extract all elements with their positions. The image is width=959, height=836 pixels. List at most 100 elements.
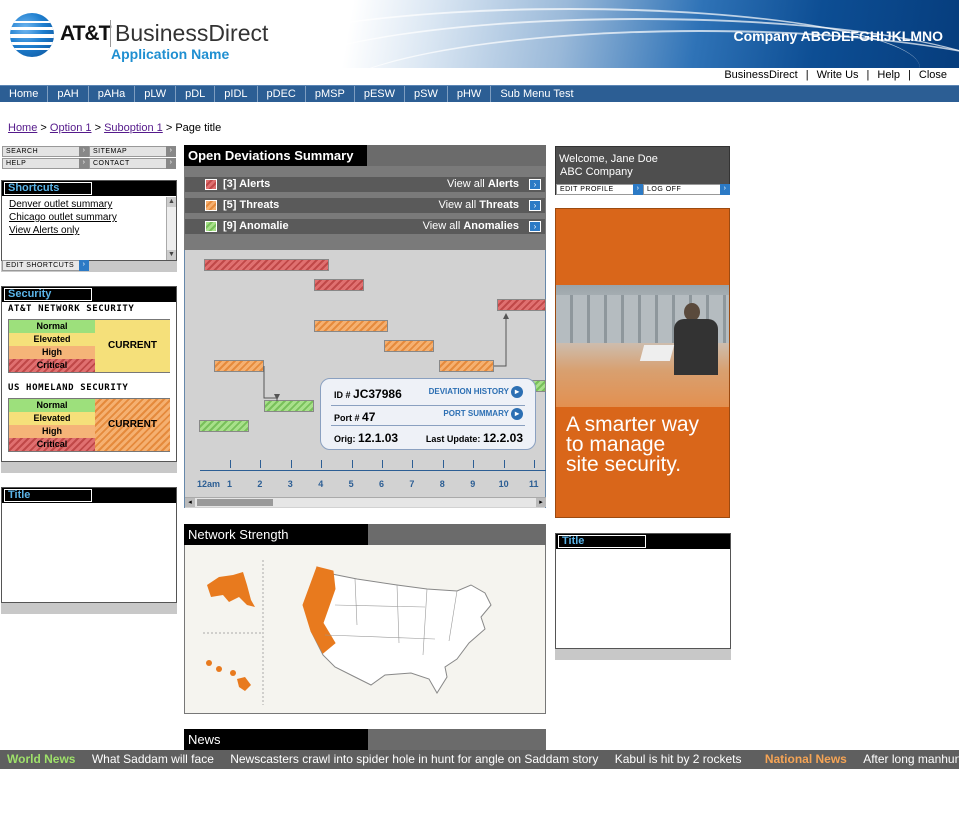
- level-high: High: [9, 346, 95, 359]
- national-news-label[interactable]: National News: [765, 752, 847, 766]
- news-ticker: World News What Saddam will face Newscas…: [0, 750, 959, 769]
- util-link-businessdirect[interactable]: BusinessDirect: [720, 69, 801, 81]
- deviation-history-label: DEVIATION HISTORY: [428, 387, 509, 397]
- welcome-greeting: Welcome, Jane Doe: [559, 153, 658, 165]
- popup-port: Port # 47: [334, 410, 375, 424]
- arrow-right-icon[interactable]: ›: [529, 221, 541, 232]
- left-title-label: Title: [4, 489, 92, 502]
- threats-swatch: [205, 200, 217, 211]
- nav-sub-menu-test[interactable]: Sub Menu Test: [491, 86, 582, 102]
- deviation-history-link[interactable]: DEVIATION HISTORY ▸: [429, 386, 523, 398]
- breadcrumb-option[interactable]: Option 1: [50, 122, 92, 134]
- network-strength-title: Network Strength: [184, 524, 368, 545]
- util-separator: |: [805, 69, 809, 81]
- port-summary-link[interactable]: PORT SUMMARY ▸: [443, 408, 523, 420]
- deviations-title: Open Deviations Summary: [184, 145, 367, 166]
- threats-row[interactable]: [5] Threats View all Threats ›: [185, 198, 545, 213]
- help-button-label: HELP: [6, 160, 27, 167]
- advertisement-banner[interactable]: A smarter way to manage site security.: [555, 208, 730, 518]
- id-value: JC37986: [353, 387, 402, 401]
- arrow-right-icon: ›: [633, 184, 643, 195]
- news-item[interactable]: Newscasters crawl into spider hole in hu…: [230, 752, 598, 766]
- nav-pmsp[interactable]: pMSP: [306, 86, 355, 102]
- breadcrumb-home[interactable]: Home: [8, 122, 37, 134]
- scroll-down-icon[interactable]: ▼: [167, 250, 176, 260]
- lower48-shape[interactable]: [310, 566, 492, 694]
- id-label: ID #: [334, 390, 351, 400]
- nav-pdec[interactable]: pDEC: [258, 86, 306, 102]
- logoff-button[interactable]: LOG OFF ›: [643, 184, 730, 195]
- nav-pah[interactable]: pAH: [48, 86, 89, 102]
- util-link-help[interactable]: Help: [873, 69, 904, 81]
- left-title-panel: Title: [1, 487, 177, 603]
- logoff-label: LOG OFF: [647, 186, 682, 193]
- nav-pidl[interactable]: pIDL: [215, 86, 258, 102]
- axis-label: 7: [409, 479, 415, 489]
- axis-label: 12am: [197, 479, 221, 489]
- arrow-circle-icon: ▸: [511, 386, 523, 398]
- shortcut-chicago[interactable]: Chicago outlet summary: [9, 211, 167, 224]
- att-globe-logo[interactable]: [10, 13, 54, 57]
- alerts-count: [3] Alerts: [223, 178, 271, 190]
- popup-update: Last Update: 12.2.03: [426, 431, 523, 445]
- alerts-swatch: [205, 179, 217, 190]
- util-link-write-us[interactable]: Write Us: [813, 69, 863, 81]
- nav-pdl[interactable]: pDL: [176, 86, 216, 102]
- edit-shortcuts-label: EDIT SHORTCUTS: [6, 262, 75, 269]
- shortcut-denver[interactable]: Denver outlet summary: [9, 198, 167, 211]
- orig-value: 12.1.03: [358, 431, 399, 445]
- view-all-anomalies-bold: Anomalies: [463, 220, 519, 232]
- nav-home[interactable]: Home: [0, 86, 49, 102]
- contact-button[interactable]: CONTACT ›: [89, 158, 176, 169]
- search-button[interactable]: SEARCH ›: [2, 146, 89, 157]
- level-elevated: Elevated: [9, 333, 95, 346]
- news-item[interactable]: Kabul is hit by 2 rockets: [615, 752, 742, 766]
- news-item[interactable]: After long manhunt,: [863, 752, 959, 766]
- main-nav: Home pAH pAHa pLW pDL pIDL pDEC pMSP pES…: [0, 85, 959, 102]
- port-summary-label: PORT SUMMARY: [443, 409, 509, 419]
- news-item[interactable]: What Saddam will face: [92, 752, 214, 766]
- scroll-thumb[interactable]: [197, 499, 273, 506]
- world-news-label[interactable]: World News: [7, 752, 75, 766]
- alerts-row[interactable]: [3] Alerts View all Alerts ›: [185, 177, 545, 192]
- deviation-detail-popup: ID # JC37986 DEVIATION HISTORY ▸ Port # …: [320, 378, 536, 450]
- nav-plw[interactable]: pLW: [135, 86, 177, 102]
- att-security-title: AT&T NETWORK SECURITY: [8, 304, 135, 314]
- scroll-up-icon[interactable]: ▲: [167, 197, 176, 207]
- util-separator: |: [908, 69, 911, 81]
- breadcrumb-separator: >: [94, 122, 101, 134]
- arrow-right-icon[interactable]: ›: [529, 200, 541, 211]
- shortcut-view-alerts[interactable]: View Alerts only: [9, 224, 167, 237]
- alaska-shape[interactable]: [207, 572, 255, 607]
- view-all-alerts-bold: Alerts: [487, 178, 519, 190]
- nav-pesw[interactable]: pESW: [355, 86, 406, 102]
- edit-profile-button[interactable]: EDIT PROFILE ›: [556, 184, 643, 195]
- util-link-close[interactable]: Close: [915, 69, 951, 81]
- breadcrumb-separator: >: [165, 122, 173, 134]
- left-title-header: Title: [2, 488, 176, 503]
- view-all-anomalies-link[interactable]: View all Anomalies: [423, 219, 519, 234]
- view-all-alerts-link[interactable]: View all Alerts: [447, 177, 519, 192]
- edit-shortcuts-button[interactable]: EDIT SHORTCUTS ›: [2, 260, 89, 271]
- timeline-scrollbar[interactable]: ◂ ▸: [185, 497, 546, 507]
- nav-paha[interactable]: pAHa: [89, 86, 136, 102]
- right-title-panel: Title: [555, 533, 731, 649]
- breadcrumb-suboption[interactable]: Suboption 1: [104, 122, 163, 134]
- anomalies-row[interactable]: [9] Anomalie View all Anomalies ›: [185, 219, 545, 234]
- help-button[interactable]: HELP ›: [2, 158, 89, 169]
- axis-tick: [473, 460, 475, 468]
- scroll-left-icon[interactable]: ◂: [185, 498, 195, 507]
- view-all-threats-link[interactable]: View all Threats: [438, 198, 519, 213]
- arrow-right-icon[interactable]: ›: [529, 179, 541, 190]
- update-value: 12.2.03: [482, 431, 523, 445]
- sitemap-button[interactable]: SITEMAP ›: [89, 146, 176, 157]
- view-all-label: View all: [422, 220, 461, 232]
- scroll-right-icon[interactable]: ▸: [536, 498, 546, 507]
- ad-line-1: A smarter way: [566, 413, 700, 436]
- nav-psw[interactable]: pSW: [405, 86, 448, 102]
- popup-divider: [331, 425, 525, 426]
- axis-tick: [503, 460, 505, 468]
- nav-phw[interactable]: pHW: [448, 86, 492, 102]
- right-title-label: Title: [558, 535, 646, 548]
- shortcuts-scrollbar[interactable]: ▲ ▼: [166, 197, 176, 260]
